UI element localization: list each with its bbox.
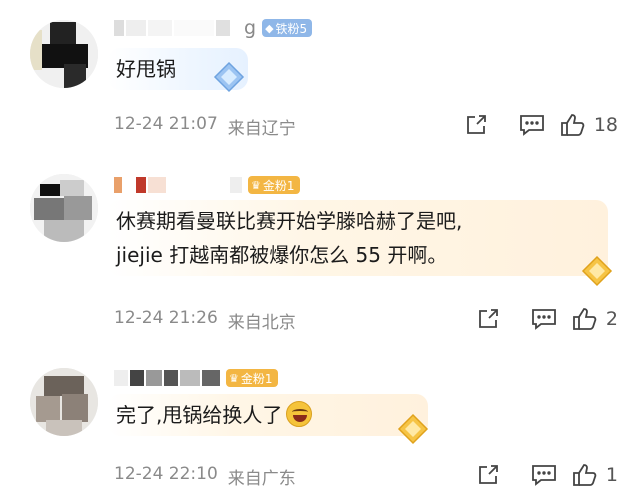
username-suffix: g: [244, 17, 257, 39]
comment-meta: 12-24 22:10 来自广东: [114, 464, 296, 489]
comment-text-line: 完了,甩锅给换人了: [116, 403, 283, 427]
share-button[interactable]: [460, 304, 516, 334]
like-count: 2: [605, 308, 618, 330]
fan-badge[interactable]: ♛ 金粉1: [226, 369, 278, 387]
trophy-icon: ♛: [229, 371, 239, 385]
share-icon: [479, 309, 498, 328]
comment-text-line: 好甩锅: [116, 57, 176, 81]
like-button[interactable]: 18: [560, 110, 640, 140]
comment-icon: [532, 309, 556, 330]
thumbs-up-icon: [573, 308, 597, 330]
comment-text: 休赛期看曼联比赛开始学滕哈赫了是吧, jiejie 打越南都被爆你怎么 55 开…: [108, 200, 608, 276]
thumbs-up-icon: [560, 114, 585, 136]
diamond-decoration-icon: [213, 61, 245, 93]
fan-badge-label: 金粉1: [262, 178, 295, 193]
share-icon: [479, 465, 498, 484]
timestamp: 12-24 21:26: [114, 308, 218, 328]
thumbs-up-icon: [573, 464, 597, 486]
gold-diamond-decoration-icon: [581, 255, 613, 287]
username[interactable]: ♛ 金粉1: [114, 173, 300, 197]
fan-badge-label: 铁粉5: [275, 21, 308, 36]
share-button[interactable]: [460, 460, 516, 490]
comment-text-line: jiejie 打越南都被爆你怎么 55 开啊。: [116, 243, 448, 267]
like-button[interactable]: 2: [572, 304, 640, 334]
location: 来自辽宁: [227, 119, 296, 139]
like-button[interactable]: 1: [572, 460, 640, 490]
comment-item: ♛ 金粉1 休赛期看曼联比赛开始学滕哈赫了是吧, jiejie 打越南都被爆你怎…: [0, 160, 640, 350]
fan-badge-label: 金粉1: [240, 371, 273, 386]
comment-actions: 18: [448, 110, 640, 140]
comment-icon: [532, 465, 556, 486]
comment-text-line: 休赛期看曼联比赛开始学滕哈赫了是吧,: [116, 209, 463, 233]
username-blurred: [114, 370, 220, 386]
fan-badge[interactable]: ◆ 铁粉5: [262, 19, 313, 37]
comment-item: ♛ 金粉1 完了,甩锅给换人了 12-24 22:10 来自广东 1: [0, 350, 640, 495]
trophy-icon: ♛: [251, 178, 261, 192]
like-count: 18: [593, 114, 618, 136]
username[interactable]: ♛ 金粉1: [114, 366, 278, 390]
comment-icon: [519, 115, 544, 136]
reply-button[interactable]: [516, 460, 572, 490]
timestamp: 12-24 21:07: [114, 114, 218, 134]
like-count: 1: [605, 464, 618, 486]
location: 来自广东: [227, 469, 296, 489]
reply-button[interactable]: [504, 110, 560, 140]
comment-item: g ◆ 铁粉5 好甩锅 12-24 21:07 来自辽宁 18: [0, 0, 640, 160]
timestamp: 12-24 22:10: [114, 464, 218, 484]
reply-button[interactable]: [516, 304, 572, 334]
fan-badge[interactable]: ♛ 金粉1: [248, 176, 300, 194]
location: 来自北京: [227, 313, 296, 333]
avatar[interactable]: [30, 174, 98, 242]
comment-actions: 2: [460, 304, 640, 334]
comment-meta: 12-24 21:07 来自辽宁: [114, 114, 296, 139]
grinning-emoji-icon: [286, 401, 313, 427]
avatar[interactable]: [30, 20, 98, 88]
username-blurred: [114, 20, 242, 36]
gold-diamond-decoration-icon: [397, 413, 429, 445]
username-blurred: [114, 177, 242, 193]
comment-text: 完了,甩锅给换人了: [108, 394, 428, 436]
share-button[interactable]: [448, 110, 504, 140]
diamond-icon: ◆: [265, 21, 274, 35]
avatar[interactable]: [30, 368, 98, 436]
comment-meta: 12-24 21:26 来自北京: [114, 308, 296, 333]
share-icon: [466, 115, 486, 134]
comment-actions: 1: [460, 460, 640, 490]
username[interactable]: g ◆ 铁粉5: [114, 16, 313, 40]
